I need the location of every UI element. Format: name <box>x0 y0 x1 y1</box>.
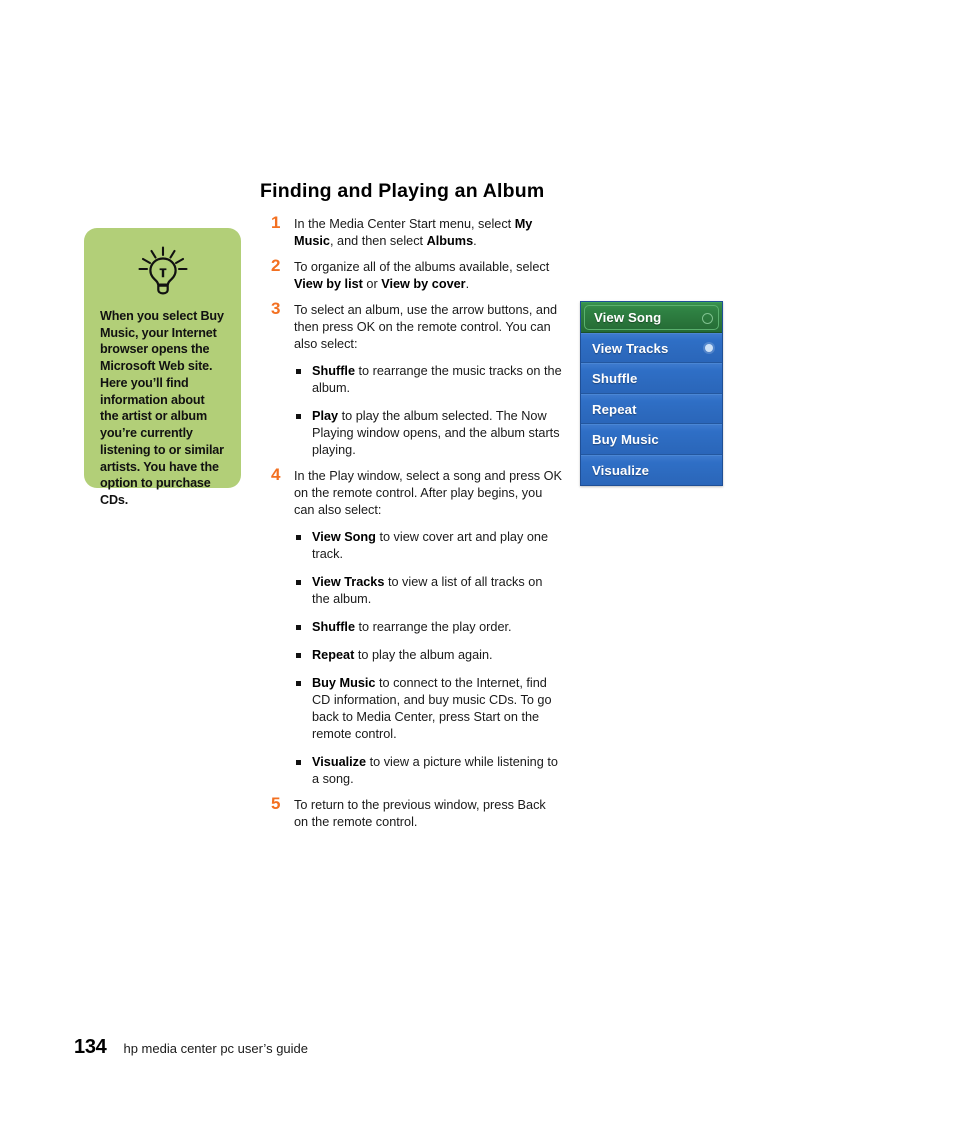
step-sublist-item: Play to play the album selected. The Now… <box>294 408 563 459</box>
menu-item-visualize[interactable]: Visualize <box>581 454 722 485</box>
menu-item-buy-music[interactable]: Buy Music <box>581 424 722 455</box>
step-number: 5 <box>271 794 281 814</box>
step-text-fragment: Albums <box>426 234 474 249</box>
sublist-item-text-fragment: Repeat <box>312 648 355 663</box>
sublist-item-text-fragment: to play the album selected. The Now Play… <box>312 409 560 458</box>
menu-item-label: Repeat <box>592 401 637 417</box>
instruction-steps-list: 1 In the Media Center Start menu, select … <box>271 213 563 840</box>
square-bullet-icon <box>296 369 301 375</box>
step-text-fragment: In the Play window, select a song and pr… <box>294 469 562 518</box>
step-text-fragment: or <box>362 277 382 292</box>
step-sublist-item: Visualize to view a picture while listen… <box>294 754 563 788</box>
sublist-item-text-fragment: Buy Music <box>312 676 376 691</box>
media-center-menu-panel[interactable]: View Song View Tracks Shuffle Repeat Buy Mus… <box>580 301 723 486</box>
sublist-item-text-fragment: Visualize <box>312 755 367 770</box>
step-sublist: Shuffle to rearrange the music tracks on… <box>294 363 563 459</box>
footer-guide-label: hp media center pc user’s guide <box>123 1041 309 1056</box>
sublist-item-text-fragment: View Tracks <box>312 575 385 590</box>
step-text-fragment: To return to the previous window, press … <box>294 798 546 830</box>
step-text-fragment: View by cover <box>381 277 466 292</box>
tip-callout-box: When you select Buy Music, your Internet… <box>84 228 241 507</box>
square-bullet-icon <box>296 414 301 420</box>
menu-item-label: Buy Music <box>592 432 659 447</box>
sublist-item-text-fragment: to play the album again. <box>354 648 493 663</box>
instruction-step: 2 To organize all of the albums available… <box>271 256 563 293</box>
menu-item-indicator-dot-icon <box>705 343 713 352</box>
sublist-item-text-fragment: Shuffle <box>312 364 355 379</box>
tip-text: When you select Buy Music, your Internet… <box>100 309 224 508</box>
menu-item-label: Visualize <box>592 462 650 478</box>
square-bullet-icon <box>296 580 301 586</box>
step-text-fragment: View by list <box>294 277 363 292</box>
footer-page-number: 134 <box>74 1036 107 1058</box>
sublist-item-text-fragment: to rearrange the play order. <box>355 620 512 635</box>
square-bullet-icon <box>296 760 301 766</box>
sublist-item-text-fragment: Play <box>312 409 339 424</box>
menu-item-label: View Song <box>594 310 662 325</box>
lightbulb-icon <box>100 246 225 296</box>
step-sublist-item: Shuffle to rearrange the music tracks on… <box>294 363 563 397</box>
page-footer: 134 hp media center pc user’s guide <box>74 1036 308 1059</box>
step-sublist-item: View Tracks to view a list of all tracks… <box>294 574 563 608</box>
step-text: To organize all of the albums available,… <box>294 259 563 293</box>
step-text: To select an album, use the arrow button… <box>294 302 563 353</box>
step-sublist-item: Shuffle to rearrange the play order. <box>294 619 563 636</box>
step-text-fragment: To select an album, use the arrow button… <box>294 303 558 352</box>
menu-item-view-tracks[interactable]: View Tracks <box>581 332 722 363</box>
square-bullet-icon <box>296 681 301 687</box>
step-number: 4 <box>271 465 281 485</box>
instruction-step: 4 In the Play window, select a song and p… <box>271 465 563 788</box>
step-number: 1 <box>271 213 281 232</box>
step-sublist-item: Repeat to play the album again. <box>294 647 563 664</box>
menu-item-label: View Tracks <box>592 340 669 356</box>
step-sublist-item: Buy Music to connect to the Internet, fi… <box>294 675 563 743</box>
menu-item-indicator-dot-icon <box>702 312 713 324</box>
menu-item-repeat[interactable]: Repeat <box>581 393 722 424</box>
sublist-item-text-fragment: View Song <box>312 530 376 545</box>
step-text: In the Play window, select a song and pr… <box>294 468 563 519</box>
step-number: 3 <box>271 299 281 319</box>
step-text-fragment: . <box>465 277 470 292</box>
square-bullet-icon <box>296 625 301 631</box>
instruction-step: 5 To return to the previous window, press… <box>271 794 563 831</box>
instruction-step: 1 In the Media Center Start menu, select … <box>271 213 563 250</box>
step-text: To return to the previous window, press … <box>294 797 563 831</box>
square-bullet-icon <box>296 535 301 541</box>
step-sublist-item: View Song to view cover art and play one… <box>294 529 563 563</box>
page-title: Finding and Playing an Album <box>260 180 545 202</box>
menu-item-label: Shuffle <box>592 371 638 386</box>
step-text-fragment: In the Media Center Start menu, select <box>294 217 515 231</box>
square-bullet-icon <box>296 653 301 659</box>
instruction-step: 3 To select an album, use the arrow butto… <box>271 299 563 459</box>
step-sublist: View Song to view cover art and play one… <box>294 529 563 788</box>
menu-item-view-song[interactable]: View Song <box>581 302 722 333</box>
step-text-fragment: . <box>473 234 477 249</box>
step-text-fragment: To organize all of the albums available,… <box>294 260 550 275</box>
sublist-item-text-fragment: Shuffle <box>312 620 355 635</box>
step-number: 2 <box>271 256 281 276</box>
menu-item-shuffle[interactable]: Shuffle <box>581 363 722 394</box>
step-text-fragment: , and then select <box>329 234 427 249</box>
step-text: In the Media Center Start menu, select M… <box>294 216 563 250</box>
